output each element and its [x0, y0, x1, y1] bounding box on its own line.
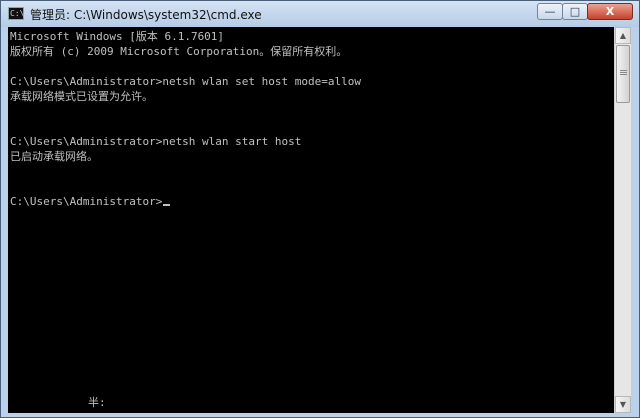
console-line: 承载网络模式已设置为允许。 [10, 90, 153, 103]
console-line: 版权所有 (c) 2009 Microsoft Corporation。保留所有… [10, 45, 348, 58]
close-button[interactable]: X [587, 3, 633, 20]
window-title: 管理员: C:\Windows\system32\cmd.exe [30, 8, 262, 22]
console-line: C:\Users\Administrator>netsh wlan set ho… [10, 75, 361, 88]
console-output[interactable]: Microsoft Windows [版本 6.1.7601] 版权所有 (c)… [8, 27, 614, 413]
maximize-button[interactable]: □ [562, 3, 588, 20]
prompt-line[interactable]: C:\Users\Administrator> [10, 194, 171, 209]
scroll-down-icon[interactable]: ▼ [615, 396, 631, 413]
console-line: Microsoft Windows [版本 6.1.7601] [10, 30, 225, 43]
title-bar[interactable]: C:\ 管理员: C:\Windows\system32\cmd.exe — □… [1, 1, 639, 27]
console-line: C:\Users\Administrator>netsh wlan start … [10, 135, 302, 148]
cmd-window: C:\ 管理员: C:\Windows\system32\cmd.exe — □… [0, 0, 640, 418]
ime-status: 半: [88, 396, 106, 409]
console-line: 已启动承载网络。 [10, 150, 98, 163]
vertical-scrollbar[interactable]: ▲ ▼ [614, 27, 631, 413]
text-cursor [163, 204, 171, 206]
minimize-button[interactable]: — [537, 3, 563, 20]
scroll-up-icon[interactable]: ▲ [615, 27, 631, 44]
grip-icon [620, 70, 627, 71]
scrollbar-thumb[interactable] [616, 45, 630, 103]
cmd-icon[interactable]: C:\ [8, 7, 24, 20]
prompt-text: C:\Users\Administrator> [10, 195, 163, 208]
